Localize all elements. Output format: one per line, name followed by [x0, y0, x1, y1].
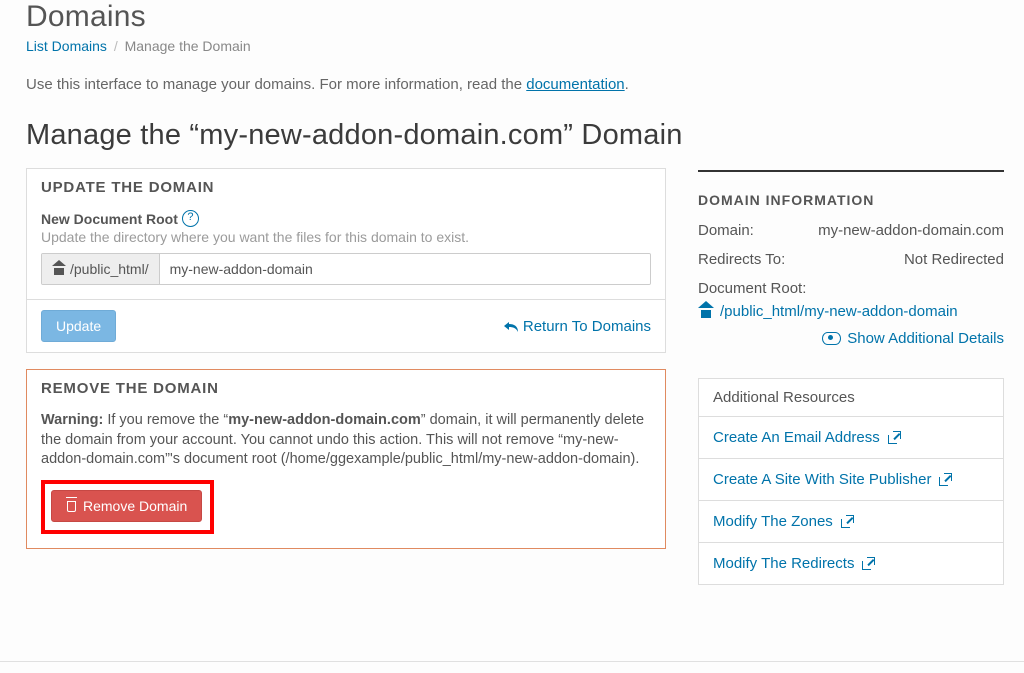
- info-domain-label: Domain:: [698, 222, 754, 239]
- document-root-hint: Update the directory where you want the …: [41, 229, 651, 245]
- show-details-label: Show Additional Details: [847, 330, 1004, 347]
- intro-text: Use this interface to manage your domain…: [26, 76, 1004, 93]
- remove-domain-button[interactable]: Remove Domain: [51, 490, 202, 522]
- info-docroot-label: Document Root:: [698, 280, 1004, 297]
- home-icon: [698, 305, 714, 318]
- show-additional-details-link[interactable]: Show Additional Details: [822, 330, 1004, 347]
- external-link-icon: [841, 516, 853, 528]
- breadcrumb-separator: /: [114, 38, 118, 54]
- update-domain-panel: UPDATE THE DOMAIN New Document Root ? Up…: [26, 168, 666, 353]
- resource-item-redirects[interactable]: Modify The Redirects: [699, 543, 1003, 584]
- page-title: Domains: [26, 0, 1004, 34]
- breadcrumb-current: Manage the Domain: [125, 38, 251, 54]
- warning-pre: If you remove the “: [103, 412, 228, 428]
- info-domain-value: my-new-addon-domain.com: [818, 222, 1004, 239]
- remove-panel-title: REMOVE THE DOMAIN: [27, 370, 665, 403]
- return-to-domains-link[interactable]: Return To Domains: [503, 318, 651, 335]
- breadcrumb-list-domains[interactable]: List Domains: [26, 38, 107, 54]
- resource-item-site-publisher[interactable]: Create A Site With Site Publisher: [699, 459, 1003, 501]
- remove-domain-panel: REMOVE THE DOMAIN Warning: If you remove…: [26, 369, 666, 549]
- resource-item-zones[interactable]: Modify The Zones: [699, 501, 1003, 543]
- footer-divider: [0, 661, 1024, 662]
- home-icon: [52, 263, 66, 275]
- trash-icon: [66, 499, 77, 512]
- resource-item-email[interactable]: Create An Email Address: [699, 417, 1003, 459]
- intro-post: .: [625, 76, 629, 93]
- warning-label: Warning:: [41, 412, 103, 428]
- external-link-icon: [888, 432, 900, 444]
- breadcrumb: List Domains / Manage the Domain: [26, 38, 1004, 54]
- document-root-prefix: /public_html/: [42, 254, 160, 284]
- external-link-icon: [939, 474, 951, 486]
- manage-heading: Manage the “my-new-addon-domain.com” Dom…: [26, 119, 1004, 152]
- info-redirects-value: Not Redirected: [904, 251, 1004, 268]
- intro-pre: Use this interface to manage your domain…: [26, 76, 526, 93]
- new-document-root-label: New Document Root: [41, 211, 178, 227]
- additional-resources-title: Additional Resources: [699, 379, 1003, 417]
- info-redirects-label: Redirects To:: [698, 251, 785, 268]
- resource-link-zones[interactable]: Modify The Zones: [713, 513, 833, 530]
- resource-link-email[interactable]: Create An Email Address: [713, 429, 880, 446]
- help-icon[interactable]: ?: [182, 210, 199, 227]
- document-root-prefix-text: /public_html/: [70, 261, 149, 277]
- document-root-input-group: /public_html/: [41, 253, 651, 285]
- remove-domain-label: Remove Domain: [83, 498, 187, 514]
- documentation-link[interactable]: documentation: [526, 76, 624, 93]
- update-panel-title: UPDATE THE DOMAIN: [27, 169, 665, 202]
- remove-button-highlight: Remove Domain: [41, 480, 214, 534]
- remove-warning-text: Warning: If you remove the “my-new-addon…: [41, 411, 651, 470]
- resource-link-site-publisher[interactable]: Create A Site With Site Publisher: [713, 471, 931, 488]
- info-row-domain: Domain: my-new-addon-domain.com: [698, 222, 1004, 239]
- additional-resources-panel: Additional Resources Create An Email Add…: [698, 378, 1004, 585]
- resource-link-redirects[interactable]: Modify The Redirects: [713, 555, 854, 572]
- eye-icon: [822, 332, 841, 345]
- warning-domain: my-new-addon-domain.com: [228, 412, 421, 428]
- return-to-domains-label: Return To Domains: [523, 318, 651, 335]
- document-root-link[interactable]: /public_html/my-new-addon-domain: [720, 303, 958, 320]
- document-root-input[interactable]: [160, 254, 650, 284]
- domain-information-title: DOMAIN INFORMATION: [698, 192, 1004, 208]
- info-row-redirects: Redirects To: Not Redirected: [698, 251, 1004, 268]
- external-link-icon: [862, 558, 874, 570]
- return-icon: [503, 319, 519, 333]
- update-button[interactable]: Update: [41, 310, 116, 342]
